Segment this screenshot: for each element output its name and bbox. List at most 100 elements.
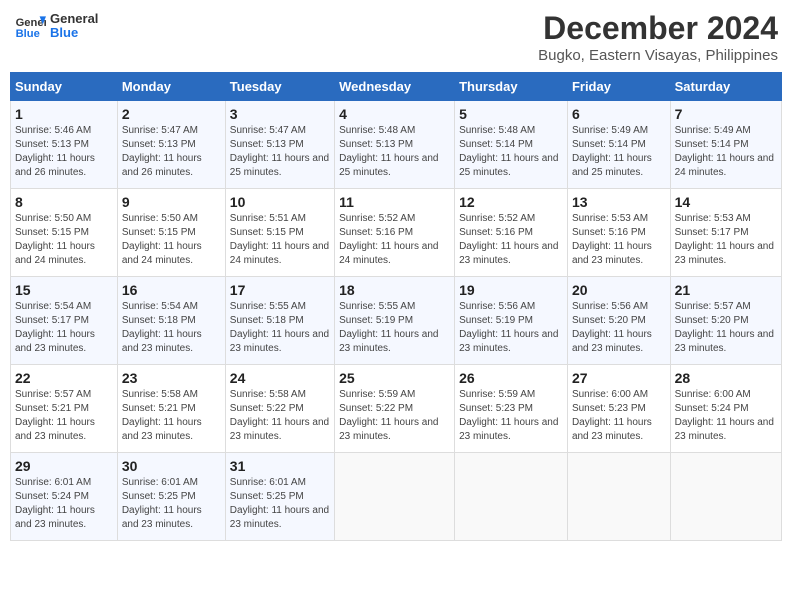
calendar-cell [567,453,670,541]
day-info: Sunrise: 5:53 AM Sunset: 5:16 PM Dayligh… [572,212,666,268]
calendar-cell: 19 Sunrise: 5:56 AM Sunset: 5:19 PM Dayl… [455,277,568,365]
day-info: Sunrise: 5:56 AM Sunset: 5:20 PM Dayligh… [572,300,666,356]
col-saturday: Saturday [670,73,781,101]
day-number: 27 [572,370,666,386]
day-info: Sunrise: 5:59 AM Sunset: 5:22 PM Dayligh… [339,388,450,444]
calendar-cell: 8 Sunrise: 5:50 AM Sunset: 5:15 PM Dayli… [11,189,118,277]
day-number: 26 [459,370,563,386]
calendar-cell [670,453,781,541]
day-number: 18 [339,282,450,298]
calendar-cell: 24 Sunrise: 5:58 AM Sunset: 5:22 PM Dayl… [225,365,334,453]
page-header: General Blue General Blue December 2024 … [10,10,782,64]
day-number: 16 [122,282,221,298]
day-number: 3 [230,106,330,122]
location: Bugko, Eastern Visayas, Philippines [538,47,778,64]
calendar-cell: 28 Sunrise: 6:00 AM Sunset: 5:24 PM Dayl… [670,365,781,453]
day-info: Sunrise: 5:49 AM Sunset: 5:14 PM Dayligh… [675,124,777,180]
day-info: Sunrise: 6:01 AM Sunset: 5:24 PM Dayligh… [15,476,113,532]
day-info: Sunrise: 5:50 AM Sunset: 5:15 PM Dayligh… [122,212,221,268]
day-info: Sunrise: 5:50 AM Sunset: 5:15 PM Dayligh… [15,212,113,268]
day-number: 29 [15,458,113,474]
day-number: 28 [675,370,777,386]
day-info: Sunrise: 6:01 AM Sunset: 5:25 PM Dayligh… [230,476,330,532]
day-info: Sunrise: 5:55 AM Sunset: 5:18 PM Dayligh… [230,300,330,356]
day-info: Sunrise: 5:57 AM Sunset: 5:20 PM Dayligh… [675,300,777,356]
day-info: Sunrise: 5:58 AM Sunset: 5:22 PM Dayligh… [230,388,330,444]
logo-text-general: General [50,12,98,26]
day-number: 6 [572,106,666,122]
day-number: 5 [459,106,563,122]
day-number: 17 [230,282,330,298]
calendar-week-row: 15 Sunrise: 5:54 AM Sunset: 5:17 PM Dayl… [11,277,782,365]
day-info: Sunrise: 5:57 AM Sunset: 5:21 PM Dayligh… [15,388,113,444]
calendar-week-row: 22 Sunrise: 5:57 AM Sunset: 5:21 PM Dayl… [11,365,782,453]
day-number: 11 [339,194,450,210]
calendar-table: Sunday Monday Tuesday Wednesday Thursday… [10,72,782,541]
calendar-week-row: 29 Sunrise: 6:01 AM Sunset: 5:24 PM Dayl… [11,453,782,541]
col-wednesday: Wednesday [335,73,455,101]
day-info: Sunrise: 5:49 AM Sunset: 5:14 PM Dayligh… [572,124,666,180]
calendar-cell: 18 Sunrise: 5:55 AM Sunset: 5:19 PM Dayl… [335,277,455,365]
day-number: 7 [675,106,777,122]
day-number: 12 [459,194,563,210]
calendar-cell: 17 Sunrise: 5:55 AM Sunset: 5:18 PM Dayl… [225,277,334,365]
logo-text-blue: Blue [50,26,98,40]
day-info: Sunrise: 5:48 AM Sunset: 5:13 PM Dayligh… [339,124,450,180]
calendar-cell: 12 Sunrise: 5:52 AM Sunset: 5:16 PM Dayl… [455,189,568,277]
calendar-cell: 10 Sunrise: 5:51 AM Sunset: 5:15 PM Dayl… [225,189,334,277]
calendar-cell: 9 Sunrise: 5:50 AM Sunset: 5:15 PM Dayli… [117,189,225,277]
day-info: Sunrise: 5:55 AM Sunset: 5:19 PM Dayligh… [339,300,450,356]
calendar-cell: 29 Sunrise: 6:01 AM Sunset: 5:24 PM Dayl… [11,453,118,541]
title-block: December 2024 Bugko, Eastern Visayas, Ph… [538,10,778,64]
day-number: 4 [339,106,450,122]
col-sunday: Sunday [11,73,118,101]
header-row: Sunday Monday Tuesday Wednesday Thursday… [11,73,782,101]
calendar-cell: 26 Sunrise: 5:59 AM Sunset: 5:23 PM Dayl… [455,365,568,453]
calendar-cell: 7 Sunrise: 5:49 AM Sunset: 5:14 PM Dayli… [670,101,781,189]
day-number: 9 [122,194,221,210]
col-friday: Friday [567,73,670,101]
calendar-cell: 11 Sunrise: 5:52 AM Sunset: 5:16 PM Dayl… [335,189,455,277]
day-number: 19 [459,282,563,298]
day-info: Sunrise: 5:52 AM Sunset: 5:16 PM Dayligh… [339,212,450,268]
calendar-cell: 21 Sunrise: 5:57 AM Sunset: 5:20 PM Dayl… [670,277,781,365]
day-number: 24 [230,370,330,386]
calendar-cell: 27 Sunrise: 6:00 AM Sunset: 5:23 PM Dayl… [567,365,670,453]
logo-icon: General Blue [14,10,46,42]
day-number: 30 [122,458,221,474]
calendar-cell: 3 Sunrise: 5:47 AM Sunset: 5:13 PM Dayli… [225,101,334,189]
day-info: Sunrise: 5:53 AM Sunset: 5:17 PM Dayligh… [675,212,777,268]
day-number: 10 [230,194,330,210]
svg-text:Blue: Blue [16,28,40,40]
day-number: 23 [122,370,221,386]
day-number: 8 [15,194,113,210]
day-info: Sunrise: 5:54 AM Sunset: 5:17 PM Dayligh… [15,300,113,356]
calendar-cell: 20 Sunrise: 5:56 AM Sunset: 5:20 PM Dayl… [567,277,670,365]
calendar-cell: 1 Sunrise: 5:46 AM Sunset: 5:13 PM Dayli… [11,101,118,189]
day-number: 13 [572,194,666,210]
day-info: Sunrise: 5:51 AM Sunset: 5:15 PM Dayligh… [230,212,330,268]
day-info: Sunrise: 6:01 AM Sunset: 5:25 PM Dayligh… [122,476,221,532]
logo: General Blue General Blue [14,10,98,42]
calendar-cell: 23 Sunrise: 5:58 AM Sunset: 5:21 PM Dayl… [117,365,225,453]
calendar-cell: 2 Sunrise: 5:47 AM Sunset: 5:13 PM Dayli… [117,101,225,189]
day-number: 20 [572,282,666,298]
calendar-cell: 13 Sunrise: 5:53 AM Sunset: 5:16 PM Dayl… [567,189,670,277]
day-number: 22 [15,370,113,386]
col-monday: Monday [117,73,225,101]
calendar-cell: 31 Sunrise: 6:01 AM Sunset: 5:25 PM Dayl… [225,453,334,541]
calendar-cell [455,453,568,541]
calendar-cell: 22 Sunrise: 5:57 AM Sunset: 5:21 PM Dayl… [11,365,118,453]
day-number: 21 [675,282,777,298]
calendar-cell: 16 Sunrise: 5:54 AM Sunset: 5:18 PM Dayl… [117,277,225,365]
day-info: Sunrise: 6:00 AM Sunset: 5:23 PM Dayligh… [572,388,666,444]
day-info: Sunrise: 5:48 AM Sunset: 5:14 PM Dayligh… [459,124,563,180]
day-number: 2 [122,106,221,122]
calendar-cell: 25 Sunrise: 5:59 AM Sunset: 5:22 PM Dayl… [335,365,455,453]
col-tuesday: Tuesday [225,73,334,101]
day-info: Sunrise: 5:54 AM Sunset: 5:18 PM Dayligh… [122,300,221,356]
calendar-cell: 30 Sunrise: 6:01 AM Sunset: 5:25 PM Dayl… [117,453,225,541]
day-info: Sunrise: 5:52 AM Sunset: 5:16 PM Dayligh… [459,212,563,268]
day-info: Sunrise: 5:59 AM Sunset: 5:23 PM Dayligh… [459,388,563,444]
calendar-cell [335,453,455,541]
